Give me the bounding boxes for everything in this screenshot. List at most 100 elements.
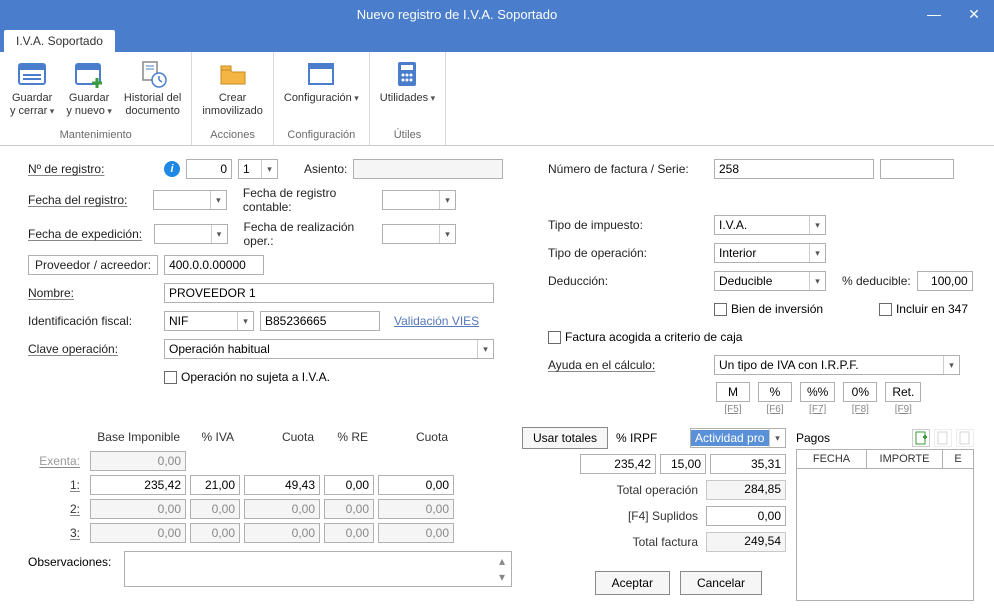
pagos-table[interactable]: FECHA IMPORTE E xyxy=(796,449,974,601)
form-left-column: Nº de registro: i 1▾ Asiento: Fecha del … xyxy=(28,158,518,415)
total-operacion-label: Total operación xyxy=(568,483,698,497)
line3-iva[interactable] xyxy=(190,523,240,543)
n-registro-b-select[interactable]: 1▾ xyxy=(238,159,278,179)
window-buttons: — ✕ xyxy=(914,0,994,28)
n-registro-label: Nº de registro: xyxy=(28,162,158,176)
validacion-vies-link[interactable]: Validación VIES xyxy=(394,314,479,328)
ribbon-crear-inmovilizado[interactable]: Crearinmovilizado xyxy=(198,56,267,127)
irpf-base-input[interactable] xyxy=(580,454,656,474)
line2-cuota2[interactable] xyxy=(378,499,454,519)
tipo-impuesto-label: Tipo de impuesto: xyxy=(548,218,708,232)
proveedor-label[interactable]: Proveedor / acreedor: xyxy=(28,255,158,275)
cancelar-button[interactable]: Cancelar xyxy=(680,571,762,595)
calc-zero-button[interactable]: 0% xyxy=(843,382,877,402)
ribbon-group-configuracion: Configuración Configuración xyxy=(274,52,370,145)
asiento-label: Asiento: xyxy=(304,162,347,176)
ayuda-calculo-select[interactable]: Un tipo de IVA con I.R.P.F.▾ xyxy=(714,355,960,375)
aceptar-button[interactable]: Aceptar xyxy=(595,571,670,595)
asiento-input xyxy=(353,159,503,179)
line-row-3: 3: xyxy=(28,523,512,543)
line1-re[interactable] xyxy=(324,475,374,495)
line2-cuota[interactable] xyxy=(244,499,320,519)
line-row-2: 2: xyxy=(28,499,512,519)
clave-op-label: Clave operación: xyxy=(28,342,158,356)
pct-deducible-input[interactable] xyxy=(917,271,973,291)
clave-op-select[interactable]: Operación habitual▾ xyxy=(164,339,494,359)
incluir-347-checkbox[interactable]: Incluir en 347 xyxy=(879,302,968,316)
factura-caja-checkbox[interactable]: Factura acogida a criterio de caja xyxy=(548,330,742,344)
calc-m-button[interactable]: M xyxy=(716,382,750,402)
tipo-impuesto-select[interactable]: I.V.A.▾ xyxy=(714,215,826,235)
total-factura-label: Total factura xyxy=(568,535,698,549)
tab-strip: I.V.A. Soportado xyxy=(0,28,994,52)
fecha-registro-input[interactable]: ▾ xyxy=(153,190,227,210)
calc-dpct-button[interactable]: %% xyxy=(800,382,835,402)
lines-grid: Base Imponible % IVA Cuota % RE Cuota Ex… xyxy=(28,427,512,601)
fecha-real-input[interactable]: ▾ xyxy=(382,224,456,244)
proveedor-input[interactable] xyxy=(164,255,264,275)
serie-input[interactable] xyxy=(880,159,954,179)
calc-ret-button[interactable]: Ret. xyxy=(885,382,921,402)
line-exenta: Exenta: xyxy=(28,451,512,471)
fecha-exp-input[interactable]: ▾ xyxy=(154,224,228,244)
usar-totales-button[interactable]: Usar totales xyxy=(522,427,608,449)
suplidos-input[interactable] xyxy=(706,506,786,526)
window-icon xyxy=(305,58,337,90)
observaciones-label: Observaciones: xyxy=(28,551,118,569)
actividad-select[interactable]: Actividad pro▾ xyxy=(690,428,786,448)
calc-pct-button[interactable]: % xyxy=(758,382,792,402)
pago-edit-icon[interactable] xyxy=(934,429,952,447)
irpf-pct-input[interactable] xyxy=(660,454,706,474)
pago-add-icon[interactable] xyxy=(912,429,930,447)
ribbon-configuracion[interactable]: Configuración xyxy=(280,56,363,127)
line1-cuota2[interactable] xyxy=(378,475,454,495)
pagos-panel: Pagos FECHA IMPORTE E xyxy=(796,427,974,601)
line1-iva[interactable] xyxy=(190,475,240,495)
close-button[interactable]: ✕ xyxy=(954,0,994,28)
form-right-column: Número de factura / Serie: Tipo de impue… xyxy=(548,158,974,415)
line3-re[interactable] xyxy=(324,523,374,543)
irpf-label: % IRPF xyxy=(616,431,657,445)
op-no-sujeta-checkbox[interactable]: Operación no sujeta a I.V.A. xyxy=(164,370,330,384)
deduccion-select[interactable]: Deducible▾ xyxy=(714,271,826,291)
ribbon-group-acciones: Crearinmovilizado Acciones xyxy=(192,52,274,145)
line2-base[interactable] xyxy=(90,499,186,519)
observaciones-input[interactable]: ▴▾ xyxy=(124,551,512,587)
minimize-button[interactable]: — xyxy=(914,0,954,28)
line3-cuota[interactable] xyxy=(244,523,320,543)
ribbon-group-mantenimiento: Guardary cerrar Guardary nuevo Historial… xyxy=(0,52,192,145)
line2-iva[interactable] xyxy=(190,499,240,519)
ribbon-guardar-cerrar[interactable]: Guardary cerrar xyxy=(6,56,58,127)
total-operacion-value: 284,85 xyxy=(706,480,786,500)
n-registro-a-input[interactable] xyxy=(186,159,232,179)
line2-re[interactable] xyxy=(324,499,374,519)
fecha-registro-label: Fecha del registro: xyxy=(28,193,147,207)
line1-base[interactable] xyxy=(90,475,186,495)
nombre-label: Nombre: xyxy=(28,286,158,300)
ribbon-historial[interactable]: Historial deldocumento xyxy=(120,56,185,127)
nombre-input[interactable] xyxy=(164,283,494,303)
line3-cuota2[interactable] xyxy=(378,523,454,543)
line3-base[interactable] xyxy=(90,523,186,543)
fecha-reg-cont-input[interactable]: ▾ xyxy=(382,190,456,210)
id-fiscal-num-input[interactable] xyxy=(260,311,380,331)
suplidos-label: [F4] Suplidos xyxy=(568,509,698,523)
id-fiscal-label: Identificación fiscal: xyxy=(28,314,158,328)
title-bar: Nuevo registro de I.V.A. Soportado — ✕ xyxy=(0,0,994,28)
tab-iva-soportado[interactable]: I.V.A. Soportado xyxy=(4,30,115,52)
num-factura-input[interactable] xyxy=(714,159,874,179)
bien-inversion-checkbox[interactable]: Bien de inversión xyxy=(714,302,823,316)
calculator-icon xyxy=(391,58,423,90)
ribbon-utilidades[interactable]: Utilidades xyxy=(376,56,439,127)
line1-cuota[interactable] xyxy=(244,475,320,495)
irpf-cuota-input[interactable] xyxy=(710,454,786,474)
id-fiscal-tipo-select[interactable]: NIF▾ xyxy=(164,311,254,331)
info-icon[interactable]: i xyxy=(164,161,180,177)
ribbon-guardar-nuevo[interactable]: Guardary nuevo xyxy=(62,56,116,127)
fecha-reg-cont-label: Fecha de registro contable: xyxy=(243,186,376,214)
tipo-oper-select[interactable]: Interior▾ xyxy=(714,243,826,263)
exenta-input xyxy=(90,451,186,471)
pagos-title: Pagos xyxy=(796,431,830,445)
pago-delete-icon[interactable] xyxy=(956,429,974,447)
ayuda-calculo-label: Ayuda en el cálculo: xyxy=(548,358,708,372)
